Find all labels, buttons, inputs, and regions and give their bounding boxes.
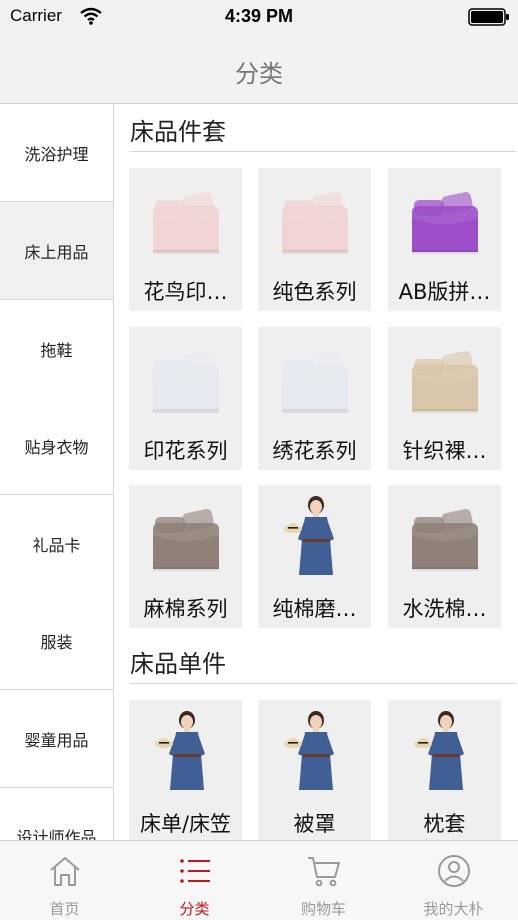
product-card[interactable]: 被罩 [258,700,371,840]
sidebar-item-slippers[interactable]: 拖鞋 [0,300,113,398]
user-icon [438,855,470,887]
status-time: 4:39 PM [224,6,294,26]
product-card[interactable]: 绣花系列 [258,327,371,470]
sidebar-item-label: 服装 [40,632,73,652]
tab-profile[interactable]: 我的大朴 [389,841,518,920]
list-icon [180,859,210,883]
sidebar-item-underwear[interactable]: 贴身衣物 [0,397,113,495]
sidebar-item-apparel[interactable]: 服装 [0,592,113,690]
white-plaid-bedding-set-image [143,337,228,417]
tab-label: 分类 [179,900,210,918]
sidebar-item-bath-care[interactable]: 洗浴护理 [0,104,113,202]
sidebar-item-label: 婴童用品 [24,730,89,750]
product-label: 被罩 [293,812,336,836]
navigation-bar: 分类 [0,36,518,104]
tab-home[interactable]: 首页 [0,841,129,920]
tab-label: 购物车 [300,900,346,918]
product-panel: 床品件套 花鸟印… 纯色系列 AB版拼… 印花系列 绣花系列 针织裸… 麻棉系列… [115,104,518,840]
taupe-bedding-set-image [402,495,487,575]
model-in-denim-dress-image [272,710,357,790]
product-label: 枕套 [423,812,466,836]
product-card[interactable]: 水洗棉… [388,485,501,628]
product-card[interactable]: 床单/床笠 [129,700,242,840]
tab-bar: 首页 分类 购物车 我的大朴 [0,840,518,920]
product-label: 绣花系列 [272,439,357,463]
model-in-denim-dress-image [143,710,228,790]
sidebar-item-baby-products[interactable]: 婴童用品 [0,690,113,788]
category-sidebar: 洗浴护理 床上用品 拖鞋 贴身衣物 礼品卡 服装 婴童用品 设计师作品 [0,104,114,840]
product-card[interactable]: 花鸟印… [129,168,242,311]
product-card[interactable]: 针织裸… [388,327,501,470]
product-label: 针织裸… [402,439,487,463]
product-label: 床单/床笠 [139,812,232,836]
model-in-denim-dress-image [402,710,487,790]
sidebar-item-bedding[interactable]: 床上用品 [0,202,113,300]
product-label: 纯色系列 [272,280,357,304]
tab-label: 首页 [49,900,80,918]
cart-icon [308,857,340,887]
sidebar-item-label: 贴身衣物 [24,437,89,457]
product-label: 纯棉磨… [272,597,357,621]
product-card[interactable]: 印花系列 [129,327,242,470]
purple-bedding-set-image [402,178,487,258]
beige-bedding-set-image [402,337,487,417]
battery-icon [468,8,509,26]
product-label: 水洗棉… [402,597,487,621]
taupe-bedding-set-image [143,495,228,575]
pink-bedding-set-image [272,178,357,258]
product-card[interactable]: 麻棉系列 [129,485,242,628]
section-divider [130,683,516,684]
white-plaid-bedding-set-image [272,337,357,417]
section-title: 床品件套 [130,118,226,146]
sidebar-item-label: 礼品卡 [32,535,81,555]
sidebar-item-label: 设计师作品 [16,828,97,840]
sidebar-item-label: 床上用品 [24,242,89,262]
product-card[interactable]: 纯棉磨… [258,485,371,628]
status-bar: Carrier 4:39 PM [0,0,518,36]
home-icon [50,857,80,886]
sidebar-item-label: 洗浴护理 [24,144,89,164]
sidebar-item-label: 拖鞋 [40,340,73,360]
model-in-denim-dress-image [272,495,357,575]
product-card[interactable]: AB版拼… [388,168,501,311]
sidebar-item-designer-works[interactable]: 设计师作品 [0,788,113,840]
tab-category[interactable]: 分类 [130,841,259,920]
product-label: 花鸟印… [143,280,228,304]
section-title: 床品单件 [130,650,226,678]
product-card[interactable]: 枕套 [388,700,501,840]
pink-bedding-set-image [143,178,228,258]
product-label: 麻棉系列 [143,597,228,621]
tab-cart[interactable]: 购物车 [259,841,388,920]
section-divider [130,151,516,152]
page-title: 分类 [235,60,283,88]
product-label: AB版拼… [398,280,491,304]
tab-label: 我的大朴 [423,900,484,918]
product-label: 印花系列 [143,439,228,463]
sidebar-item-gift-card[interactable]: 礼品卡 [0,495,113,593]
product-card[interactable]: 纯色系列 [258,168,371,311]
